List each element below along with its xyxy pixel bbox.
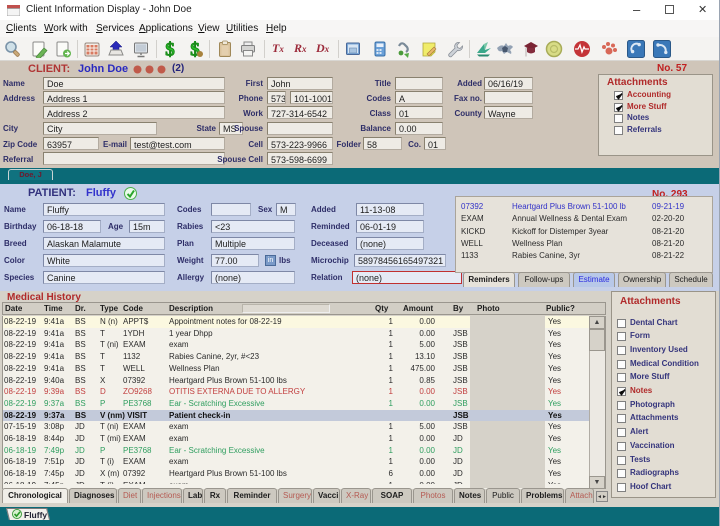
- svg-text:$: $: [165, 40, 175, 58]
